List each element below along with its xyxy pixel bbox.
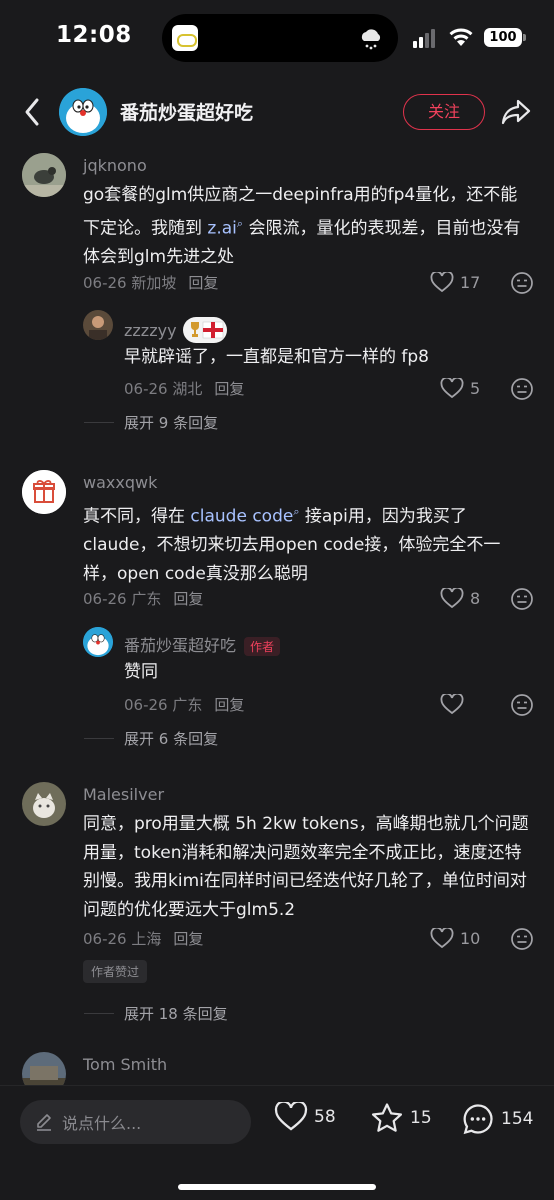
author-name[interactable]: 番茄炒蛋超好吃 xyxy=(120,98,253,125)
comment-search-link[interactable]: z.ai xyxy=(207,218,236,238)
expand-replies-button[interactable]: 展开 6 条回复 xyxy=(84,728,218,749)
expand-replies-button[interactable]: 展开 18 条回复 xyxy=(84,1003,228,1024)
dislike-face-icon[interactable] xyxy=(510,693,534,717)
reply-text: 赞同 xyxy=(124,662,158,682)
person-photo-icon xyxy=(83,310,113,340)
like-button[interactable]: 10 xyxy=(430,928,480,949)
post-like-button[interactable]: 58 xyxy=(274,1102,336,1132)
post-favorite-count: 15 xyxy=(410,1108,432,1128)
post-comment-button[interactable]: 154 xyxy=(461,1102,533,1136)
reply-button[interactable]: 回复 xyxy=(188,274,218,292)
heart-icon xyxy=(440,378,464,399)
comment-text: 真不同，得在 claude code⌕ 接api用，因为我买了claude，不想… xyxy=(83,505,501,584)
comment-meta: 06-26 广东 回复 xyxy=(83,590,204,608)
star-icon xyxy=(371,1103,403,1132)
pencil-icon xyxy=(37,1114,51,1131)
comment-text: 同意，pro用量大概 5h 2kw tokens，高峰期也就几个问题用量，tok… xyxy=(83,814,529,920)
comment-input-placeholder: 说点什么... xyxy=(62,1114,142,1133)
author-tag: 作者 xyxy=(244,637,281,656)
like-button[interactable]: 5 xyxy=(440,378,480,399)
heart-icon xyxy=(430,928,454,949)
reply-username[interactable]: zzzzyy xyxy=(124,317,227,343)
comment-list: jqknono go套餐的glm供应商之一deepinfra用的fp4量化，还不… xyxy=(0,145,554,1085)
author-avatar[interactable] xyxy=(59,88,107,136)
doraemon-avatar-icon xyxy=(83,627,113,657)
app-activity-icon xyxy=(172,25,198,51)
like-count: 8 xyxy=(470,589,481,608)
like-button[interactable]: 17 xyxy=(430,272,480,293)
like-button[interactable] xyxy=(440,694,470,715)
bird-photo-icon xyxy=(22,153,66,197)
weather-cloud-icon xyxy=(361,29,381,50)
dynamic-island xyxy=(162,14,398,62)
share-icon[interactable] xyxy=(500,98,532,126)
reply-button[interactable]: 回复 xyxy=(214,380,244,398)
home-indicator[interactable] xyxy=(178,1184,376,1190)
like-count: 5 xyxy=(470,379,481,398)
heart-icon xyxy=(274,1102,308,1131)
avatar[interactable] xyxy=(83,310,113,340)
avatar[interactable] xyxy=(22,1052,66,1085)
heart-icon xyxy=(440,588,464,609)
nav-bar: 番茄炒蛋超好吃 关注 xyxy=(0,84,554,140)
like-count: 17 xyxy=(460,273,481,292)
avatar[interactable] xyxy=(22,153,66,197)
gift-icon xyxy=(22,470,66,514)
status-time: 12:08 xyxy=(56,22,132,48)
avatar[interactable] xyxy=(22,470,66,514)
battery-indicator: 100 xyxy=(484,28,526,47)
post-like-count: 58 xyxy=(314,1107,336,1127)
bottom-action-bar: 说点什么... 58 15 154 xyxy=(0,1085,554,1200)
reply-meta: 06-26 湖北 回复 xyxy=(124,380,245,398)
reply-username[interactable]: 番茄炒蛋超好吃 作者 xyxy=(124,632,281,656)
like-count: 10 xyxy=(460,929,481,948)
reply-text: 早就辟谣了，一直都是和官方一样的 fp8 xyxy=(124,347,429,367)
follow-button[interactable]: 关注 xyxy=(403,94,485,130)
world-cup-england-badge-icon xyxy=(182,317,227,343)
expand-replies-button[interactable]: 展开 9 条回复 xyxy=(84,412,218,433)
avatar[interactable] xyxy=(83,627,113,657)
comment-username[interactable]: Malesilver xyxy=(83,785,164,804)
comment-input[interactable]: 说点什么... xyxy=(20,1100,251,1144)
dislike-face-icon[interactable] xyxy=(510,271,534,295)
comment-meta: 06-26 上海 回复 xyxy=(83,930,204,948)
reply-button[interactable]: 回复 xyxy=(173,930,203,948)
post-favorite-button[interactable]: 15 xyxy=(370,1102,432,1134)
dislike-face-icon[interactable] xyxy=(510,377,534,401)
comment-bubble-icon xyxy=(463,1104,493,1135)
comment-text: go套餐的glm供应商之一deepinfra用的fp4量化，还不能下定论。我随到… xyxy=(83,185,521,267)
post-comment-count: 154 xyxy=(501,1109,534,1129)
reply-meta: 06-26 广东 回复 xyxy=(124,696,245,714)
comment-search-link[interactable]: claude code xyxy=(190,507,293,527)
author-liked-badge: 作者赞过 xyxy=(83,960,148,983)
doraemon-avatar-icon xyxy=(59,88,107,136)
dislike-face-icon[interactable] xyxy=(510,587,534,611)
heart-icon xyxy=(440,694,464,715)
cat-photo-icon xyxy=(22,782,66,826)
comment-username[interactable]: jqknono xyxy=(83,156,147,175)
reply-button[interactable]: 回复 xyxy=(173,590,203,608)
like-button[interactable]: 8 xyxy=(440,588,480,609)
avatar[interactable] xyxy=(22,782,66,826)
comment-meta: 06-26 新加坡 回复 xyxy=(83,274,219,292)
comment-username[interactable]: Tom Smith xyxy=(83,1055,167,1074)
wifi-icon xyxy=(449,28,473,46)
cellular-signal-icon xyxy=(413,29,437,48)
reply-button[interactable]: 回复 xyxy=(214,696,244,714)
status-bar: 12:08 100 xyxy=(0,0,554,80)
comment-username[interactable]: waxxqwk xyxy=(83,473,157,492)
dislike-face-icon[interactable] xyxy=(510,927,534,951)
heart-icon xyxy=(430,272,454,293)
landscape-photo-icon xyxy=(22,1052,66,1085)
back-arrow-icon[interactable] xyxy=(20,96,46,128)
